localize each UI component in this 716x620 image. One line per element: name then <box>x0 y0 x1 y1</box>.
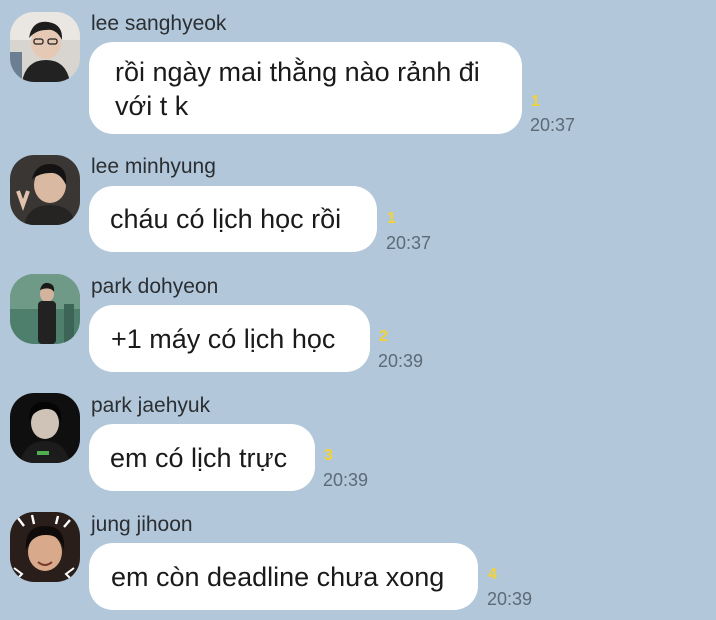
message-text: +1 máy có lịch học <box>111 324 336 354</box>
avatar-photo-icon <box>10 274 80 344</box>
sender-name: lee sanghyeok <box>91 12 227 35</box>
unread-count: 1 <box>531 93 540 110</box>
avatar[interactable] <box>10 274 80 344</box>
sender-name: park jaehyuk <box>91 394 211 417</box>
message-time: 20:39 <box>378 351 424 371</box>
message-time: 20:37 <box>530 115 576 135</box>
unread-count: 2 <box>379 328 388 345</box>
message-text: rồi ngày mai thằng nào rảnh đi với t k <box>115 57 480 121</box>
avatar-photo-icon <box>10 393 80 463</box>
message-bubble[interactable]: em còn deadline chưa xong <box>89 543 478 610</box>
avatar[interactable] <box>10 512 80 582</box>
avatar-photo-icon <box>10 12 80 82</box>
avatar[interactable] <box>10 155 80 225</box>
message-text: em còn deadline chưa xong <box>111 562 445 592</box>
message-row: lee sanghyeok rồi ngày mai thằng nào rản… <box>0 0 716 150</box>
message-text: em có lịch trực <box>110 443 288 473</box>
message-bubble[interactable]: rồi ngày mai thằng nào rảnh đi với t k <box>89 42 522 134</box>
message-bubble[interactable]: cháu có lịch học rồi <box>89 186 377 252</box>
avatar[interactable] <box>10 12 80 82</box>
unread-count: 4 <box>488 566 497 583</box>
sender-name: jung jihoon <box>91 513 193 536</box>
avatar-photo-icon <box>10 155 80 225</box>
unread-count: 3 <box>324 447 333 464</box>
unread-count: 1 <box>387 210 396 227</box>
message-bubble[interactable]: em có lịch trực <box>89 424 315 491</box>
message-time: 20:39 <box>323 470 369 490</box>
message-text: cháu có lịch học rồi <box>110 204 342 234</box>
sender-name: lee minhyung <box>91 155 216 178</box>
sender-name: park dohyeon <box>91 275 219 298</box>
message-bubble[interactable]: +1 máy có lịch học <box>89 305 370 372</box>
message-time: 20:39 <box>487 589 533 609</box>
avatar[interactable] <box>10 393 80 463</box>
message-time: 20:37 <box>386 233 432 253</box>
avatar-photo-icon <box>10 512 80 582</box>
